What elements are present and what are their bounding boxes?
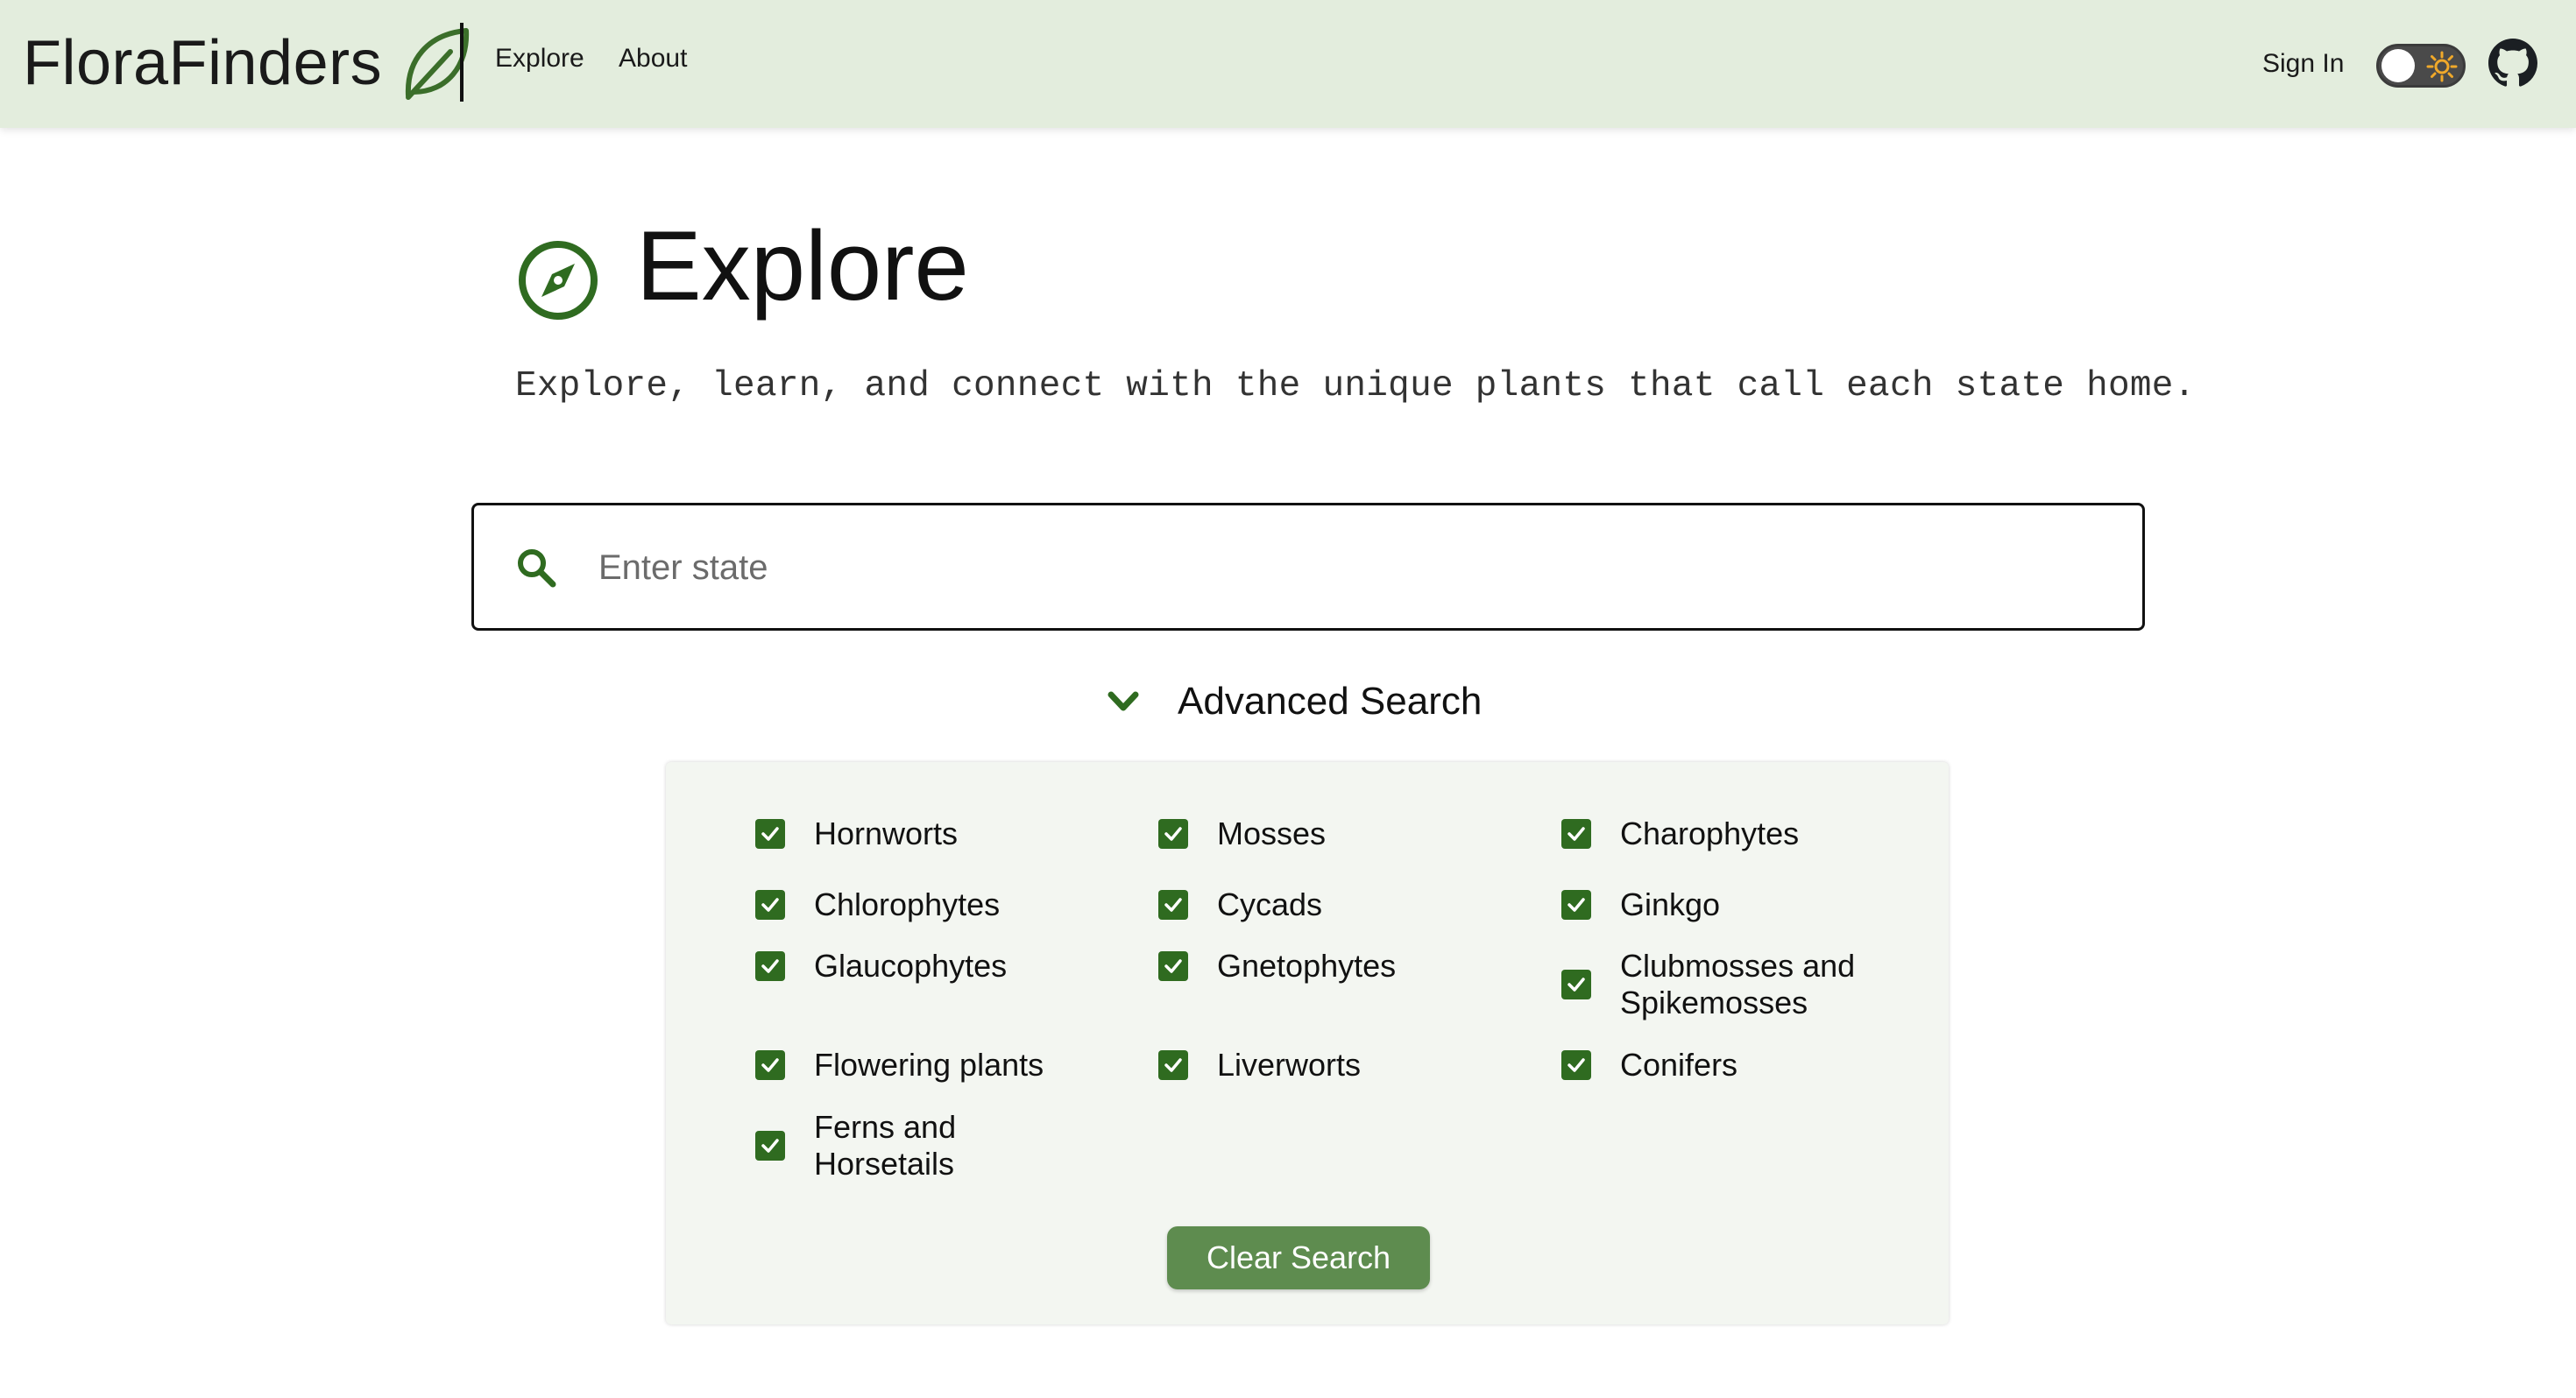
filter-conifers[interactable]: Conifers [1561,1047,1883,1084]
navbar: FloraFinders Explore About Sign In [0,0,2576,128]
brand-logo[interactable]: FloraFinders [23,19,471,107]
filter-label: Cycads [1217,886,1323,922]
checkbox-checked-icon[interactable] [755,1131,785,1161]
filter-label: Chlorophytes [814,886,1001,922]
compass-icon [519,241,598,320]
chevron-down-icon [1108,691,1139,711]
search-box[interactable] [471,503,2145,631]
github-icon[interactable] [2488,39,2537,88]
filter-ginkgo[interactable]: Ginkgo [1561,886,1883,923]
filter-clubmosses-and-spikemosses[interactable]: Clubmosses and Spikemosses [1561,948,1883,1021]
filter-label: Hornworts [814,816,959,851]
search-icon [518,549,556,588]
brand-name: FloraFinders [23,28,383,98]
theme-toggle[interactable] [2376,44,2466,88]
checkbox-checked-icon[interactable] [755,819,785,849]
sun-icon [2426,51,2458,82]
nav-divider [460,23,464,102]
filter-label: Clubmosses and Spikemosses [1620,948,1856,1020]
filter-gnetophytes[interactable]: Gnetophytes [1158,948,1480,985]
checkbox-checked-icon[interactable] [755,890,785,920]
nav-link-about[interactable]: About [619,44,687,74]
checkbox-checked-icon[interactable] [1561,1050,1591,1080]
filter-label: Liverworts [1217,1047,1362,1083]
filter-flowering-plants[interactable]: Flowering plants [755,1047,1077,1084]
advanced-search-toggle[interactable]: Advanced Search [1106,680,1482,724]
filter-label: Gnetophytes [1217,948,1397,984]
filter-glaucophytes[interactable]: Glaucophytes [755,948,1077,985]
filter-label: Ferns and Horsetails [814,1109,957,1182]
filter-label: Conifers [1620,1047,1738,1083]
filter-label: Ginkgo [1620,886,1721,922]
page-title: Explore [636,211,969,321]
filter-charophytes[interactable]: Charophytes [1561,816,1883,852]
filter-liverworts[interactable]: Liverworts [1158,1047,1480,1084]
state-search-input[interactable] [597,530,2086,605]
filter-label: Flowering plants [814,1047,1044,1083]
checkbox-checked-icon[interactable] [1158,951,1188,981]
filter-cycads[interactable]: Cycads [1158,886,1480,923]
checkbox-checked-icon[interactable] [755,951,785,981]
checkbox-checked-icon[interactable] [1561,970,1591,999]
nav-link-explore[interactable]: Explore [495,44,584,74]
checkbox-checked-icon[interactable] [1561,819,1591,849]
checkbox-checked-icon[interactable] [1561,890,1591,920]
filter-hornworts[interactable]: Hornworts [755,816,1077,852]
filter-chlorophytes[interactable]: Chlorophytes [755,886,1077,923]
checkbox-checked-icon[interactable] [1158,819,1188,849]
advanced-search-panel: Hornworts Mosses Charophytes Chlorophyte… [666,762,1949,1324]
filter-ferns-and-horsetails[interactable]: Ferns and Horsetails [755,1109,1024,1183]
toggle-knob [2381,49,2415,82]
checkbox-checked-icon[interactable] [1158,1050,1188,1080]
filter-mosses[interactable]: Mosses [1158,816,1480,852]
filter-label: Mosses [1217,816,1327,851]
filter-label: Charophytes [1620,816,1800,851]
sign-in-link[interactable]: Sign In [2262,49,2344,79]
checkbox-checked-icon[interactable] [755,1050,785,1080]
checkbox-checked-icon[interactable] [1158,890,1188,920]
filter-label: Glaucophytes [814,948,1008,984]
clear-search-button[interactable]: Clear Search [1167,1226,1430,1289]
advanced-search-label: Advanced Search [1178,680,1483,723]
page-subtitle: Explore, learn, and connect with the uni… [515,366,2196,406]
